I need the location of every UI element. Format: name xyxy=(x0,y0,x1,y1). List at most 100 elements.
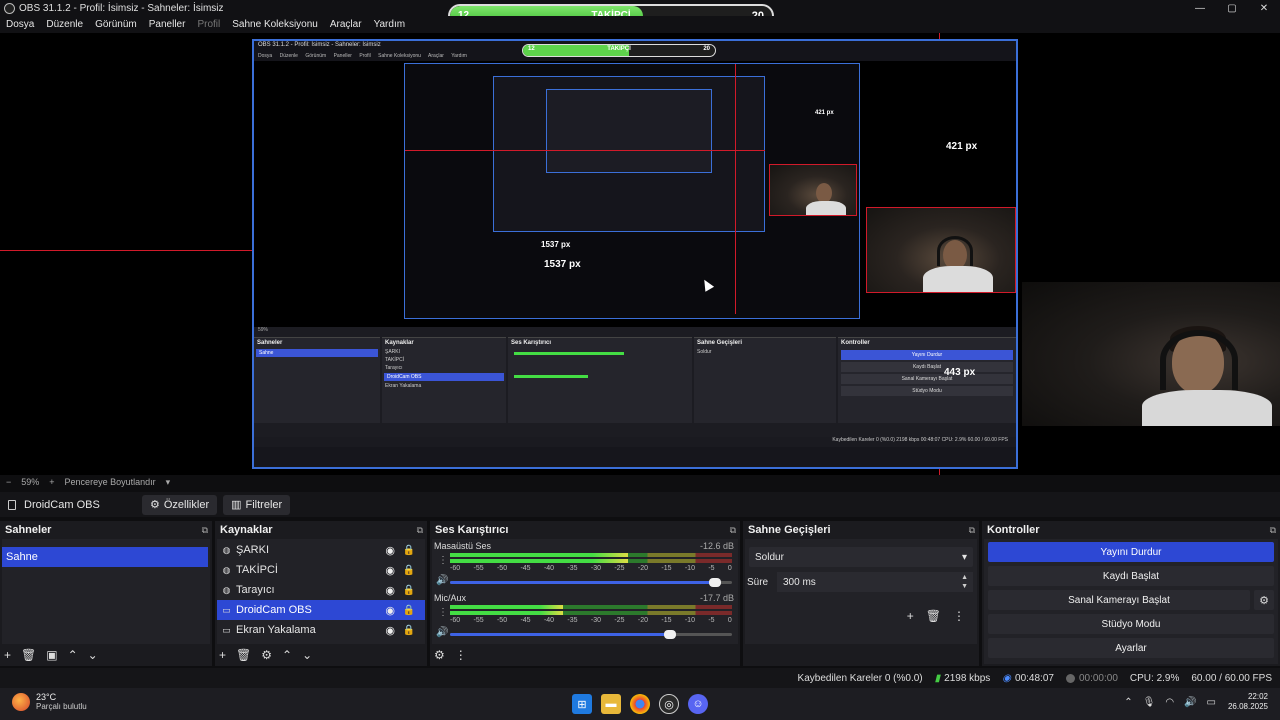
gear-icon[interactable]: ⚙ xyxy=(1254,590,1274,610)
menu-sahne-koleksiyonu[interactable]: Sahne Koleksiyonu xyxy=(232,19,318,30)
trash-icon[interactable]: 🗑 xyxy=(21,648,36,662)
volume-knob[interactable] xyxy=(709,578,722,587)
microphone-icon[interactable]: 🎙 xyxy=(1143,697,1156,708)
move-down-icon[interactable]: ⌄ xyxy=(88,648,98,662)
menu-yardim[interactable]: Yardım xyxy=(374,19,406,30)
meter-ticks: -60 -55 -50 -45 -40 -35 -30 -25 -20 -15 … xyxy=(450,565,732,572)
eye-icon[interactable]: ◉ xyxy=(385,544,395,557)
source-item-droidcam[interactable]: ▭ DroidCam OBS ◉ 🔒 xyxy=(217,600,425,620)
settings-button[interactable]: Ayarlar xyxy=(988,638,1274,658)
gear-icon[interactable]: ⚙ xyxy=(261,648,272,662)
menu-profil[interactable]: Profil xyxy=(197,19,220,30)
source-item-tarayici[interactable]: ◍ Tarayıcı ◉ 🔒 xyxy=(217,580,425,600)
mixer-channel-mic: Mic/Aux -17.7 dB ⋮ -60 -55 -50 -45 -40 -… xyxy=(432,591,738,643)
battery-icon[interactable]: ▭ xyxy=(1207,697,1216,708)
close-button[interactable]: ✕ xyxy=(1248,0,1280,16)
advanced-audio-icon[interactable]: ⚙ xyxy=(434,648,445,662)
chevron-up-icon[interactable]: ⌃ xyxy=(1124,697,1132,708)
filters-button[interactable]: ▥ Filtreler xyxy=(223,494,291,515)
lock-icon[interactable]: 🔒 xyxy=(403,565,415,576)
eye-icon[interactable]: ◉ xyxy=(385,624,395,637)
zoom-in-button[interactable]: + xyxy=(49,477,54,487)
studio-mode-button[interactable]: Stüdyo Modu xyxy=(988,614,1274,634)
channel-menu-icon[interactable]: ⋮ xyxy=(438,607,448,618)
volume-fill xyxy=(450,633,670,636)
scene-filters-icon[interactable]: ▣ xyxy=(46,648,57,662)
discord-icon[interactable]: ☺ xyxy=(688,694,708,714)
lock-icon[interactable]: 🔒 xyxy=(403,545,415,556)
nested-taskbar xyxy=(254,447,1016,467)
fit-window-select[interactable]: Pencereye Boyutlandır xyxy=(65,477,156,487)
menu-araclar[interactable]: Araçlar xyxy=(330,19,362,30)
channel-menu-icon[interactable]: ⋮ xyxy=(438,555,448,566)
wifi-icon[interactable]: ◠ xyxy=(1165,697,1174,708)
guide-line xyxy=(405,150,765,151)
clock-date: 26.08.2025 xyxy=(1227,702,1268,711)
volume-knob[interactable] xyxy=(663,630,676,639)
minimize-button[interactable]: — xyxy=(1184,0,1216,16)
mixer-menu-icon[interactable]: ⋮ xyxy=(455,648,467,662)
bitrate-block: ▮ 2198 kbps xyxy=(935,673,991,684)
clock[interactable]: 22:02 26.08.2025 xyxy=(1228,692,1268,712)
source-item-takipci[interactable]: ◍ TAKİPCİ ◉ 🔒 xyxy=(217,560,425,580)
obs-icon[interactable]: ◎ xyxy=(659,694,679,714)
nested-control: Kaydı Başlat xyxy=(841,362,1013,372)
menu-bar: Dosya Düzenle Görünüm Paneller Profil Sa… xyxy=(0,16,1280,33)
start-virtual-camera-button[interactable]: Sanal Kamerayı Başlat xyxy=(988,590,1250,610)
weather-widget[interactable]: 23°C Parçalı bulutlu xyxy=(12,692,87,712)
start-recording-button[interactable]: Kaydı Başlat xyxy=(988,566,1274,586)
add-source-icon[interactable]: + xyxy=(219,648,226,662)
lock-icon[interactable]: 🔒 xyxy=(403,585,415,596)
source-item-ekran-yakalama[interactable]: ▭ Ekran Yakalama ◉ 🔒 xyxy=(217,620,425,640)
undock-icon[interactable]: ⧉ xyxy=(730,525,736,536)
undock-icon[interactable]: ⧉ xyxy=(417,525,423,536)
trash-icon[interactable]: 🗑 xyxy=(926,609,941,623)
add-transition-icon[interactable]: + xyxy=(907,609,914,623)
move-up-icon[interactable]: ⌃ xyxy=(282,648,292,662)
trash-icon[interactable]: 🗑 xyxy=(236,648,251,662)
chevron-down-icon[interactable]: ▾ xyxy=(166,477,171,488)
properties-button[interactable]: ⚙ Özellikler xyxy=(142,494,218,515)
undock-icon[interactable]: ⧉ xyxy=(1270,525,1276,536)
add-scene-icon[interactable]: + xyxy=(4,648,11,662)
chrome-icon[interactable] xyxy=(630,694,650,714)
menu-gorunum[interactable]: Görünüm xyxy=(95,19,137,30)
maximize-button[interactable]: ▢ xyxy=(1216,0,1248,16)
browser-icon: ◍ xyxy=(222,584,231,595)
spin-arrows-icon[interactable]: ▲ ▼ xyxy=(961,573,968,591)
meter-tick: -50 xyxy=(496,617,508,624)
eye-icon[interactable]: ◉ xyxy=(385,604,395,617)
menu-duzenle[interactable]: Düzenle xyxy=(46,19,83,30)
transition-menu-icon[interactable]: ⋮ xyxy=(953,609,965,623)
file-explorer-icon[interactable]: ▬ xyxy=(601,694,621,714)
webcam-shirt xyxy=(1142,390,1272,426)
undock-icon[interactable]: ⧉ xyxy=(202,525,208,536)
volume-slider[interactable] xyxy=(450,630,732,639)
source-item-sarki[interactable]: ◍ ŞARKI ◉ 🔒 xyxy=(217,540,425,560)
nested-menu-item: Paneller xyxy=(333,53,352,59)
volume-icon[interactable]: 🔊 xyxy=(1184,697,1196,708)
menu-dosya[interactable]: Dosya xyxy=(6,19,34,30)
zoom-out-button[interactable]: − xyxy=(6,477,11,487)
nested-control: Yayını Durdur xyxy=(841,350,1013,360)
windows-start-icon[interactable]: ⊞ xyxy=(572,694,592,714)
lock-icon[interactable]: 🔒 xyxy=(403,625,415,636)
move-down-icon[interactable]: ⌄ xyxy=(302,648,312,662)
transition-select[interactable]: Soldur ▾ xyxy=(749,547,973,567)
lock-icon[interactable]: 🔒 xyxy=(403,605,415,616)
speaker-icon[interactable]: 🔊 xyxy=(436,627,448,638)
volume-slider[interactable] xyxy=(450,578,732,587)
preview-canvas[interactable]: OBS 31.1.2 - Profil: İsimsiz - Sahneler:… xyxy=(0,33,1280,475)
scene-item-sahne[interactable]: Sahne xyxy=(2,547,208,567)
stop-stream-button[interactable]: Yayını Durdur xyxy=(988,542,1274,562)
move-up-icon[interactable]: ⌃ xyxy=(68,648,78,662)
webcam-source[interactable] xyxy=(1022,282,1280,426)
undock-icon[interactable]: ⧉ xyxy=(969,525,975,536)
windows-taskbar: 23°C Parçalı bulutlu ⊞ ▬ ◎ ☺ ⌃ 🎙 ◠ 🔊 ▭ 2… xyxy=(0,688,1280,720)
eye-icon[interactable]: ◉ xyxy=(385,564,395,577)
nested-mixer-dock: Ses Karıştırıcı xyxy=(508,337,692,423)
speaker-icon[interactable]: 🔊 xyxy=(436,575,448,586)
menu-paneller[interactable]: Paneller xyxy=(149,19,186,30)
eye-icon[interactable]: ◉ xyxy=(385,584,395,597)
duration-input[interactable]: 300 ms ▲ ▼ xyxy=(777,572,973,592)
